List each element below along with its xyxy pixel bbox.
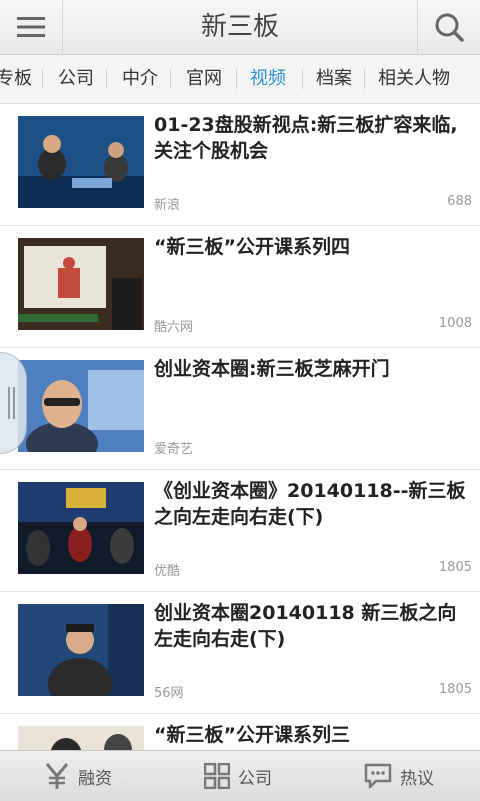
- grip-line: [8, 387, 10, 419]
- grid-icon: [204, 763, 230, 789]
- tab-divider: [42, 69, 43, 89]
- video-source: 优酷: [154, 564, 181, 579]
- top-bar: 新三板: [0, 0, 480, 55]
- list-item[interactable]: “新三板”公开课系列四 酷六网 1008: [0, 226, 480, 348]
- view-count: 688: [447, 194, 472, 209]
- video-source: 新浪: [154, 198, 181, 213]
- tab-1[interactable]: 公司: [58, 55, 94, 103]
- tab-divider: [302, 69, 303, 89]
- search-button[interactable]: [417, 0, 480, 54]
- video-title: “新三板”公开课系列四: [154, 236, 350, 258]
- page-title: 新三板: [200, 12, 279, 42]
- tab-3[interactable]: 官网: [186, 55, 222, 103]
- tab-divider: [236, 69, 237, 89]
- video-title: 01-23盘股新视点:新三板扩容来临,关注个股机会: [154, 114, 458, 162]
- nav-label: 公司: [238, 768, 272, 789]
- list-item[interactable]: “新三板”公开课系列三: [0, 714, 480, 750]
- video-title: “新三板”公开课系列三: [154, 724, 350, 746]
- video-source: 爱奇艺: [154, 442, 194, 457]
- video-thumbnail: [18, 604, 144, 696]
- view-count: 1805: [438, 560, 472, 575]
- tab-0[interactable]: 专板: [0, 55, 32, 103]
- video-thumbnail: [18, 116, 144, 208]
- search-icon: [435, 13, 464, 42]
- list-item[interactable]: 创业资本圈20140118 新三板之向左走向右走(下) 56网 1805: [0, 592, 480, 714]
- hamburger-icon: [17, 17, 45, 37]
- video-thumbnail: [18, 482, 144, 574]
- video-list: 01-23盘股新视点:新三板扩容来临,关注个股机会 新浪 688 “新三板”公开…: [0, 104, 480, 750]
- list-item[interactable]: 创业资本圈:新三板芝麻开门 爱奇艺: [0, 348, 480, 470]
- tab-divider: [170, 69, 171, 89]
- list-item[interactable]: 《创业资本圈》20140118--新三板之向左走向右走(下) 优酷 1805: [0, 470, 480, 592]
- video-title: 创业资本圈20140118 新三板之向左走向右走(下): [154, 602, 457, 650]
- tab-4[interactable]: 视频: [250, 55, 286, 103]
- tab-5[interactable]: 档案: [316, 55, 352, 103]
- video-source: 酷六网: [154, 320, 194, 335]
- yen-icon: [45, 763, 69, 789]
- list-item[interactable]: 01-23盘股新视点:新三板扩容来临,关注个股机会 新浪 688: [0, 104, 480, 226]
- tab-divider: [364, 69, 365, 89]
- grip-line: [13, 387, 15, 419]
- chat-icon: [364, 763, 392, 789]
- category-tabs: 专板 公司 中介 官网 视频 档案 相关人物: [0, 55, 480, 104]
- video-title: 创业资本圈:新三板芝麻开门: [154, 358, 390, 380]
- video-thumbnail: [18, 238, 144, 330]
- video-source: 56网: [154, 686, 184, 701]
- video-title: 《创业资本圈》20140118--新三板之向左走向右走(下): [154, 480, 466, 528]
- view-count: 1008: [438, 316, 472, 331]
- nav-label: 热议: [400, 768, 434, 789]
- video-thumbnail: [18, 360, 144, 452]
- bottom-nav: 融资 公司 热议: [0, 750, 480, 801]
- tab-2[interactable]: 中介: [122, 55, 158, 103]
- nav-financing[interactable]: 融资: [44, 751, 112, 801]
- tab-6[interactable]: 相关人物: [378, 55, 450, 103]
- nav-company[interactable]: 公司: [204, 751, 272, 801]
- view-count: 1805: [438, 682, 472, 697]
- nav-label: 融资: [78, 768, 112, 789]
- tab-divider: [106, 69, 107, 89]
- video-thumbnail: [18, 726, 144, 750]
- drawer-handle[interactable]: [0, 352, 27, 454]
- menu-button[interactable]: [0, 0, 63, 54]
- nav-discussion[interactable]: 热议: [364, 751, 434, 801]
